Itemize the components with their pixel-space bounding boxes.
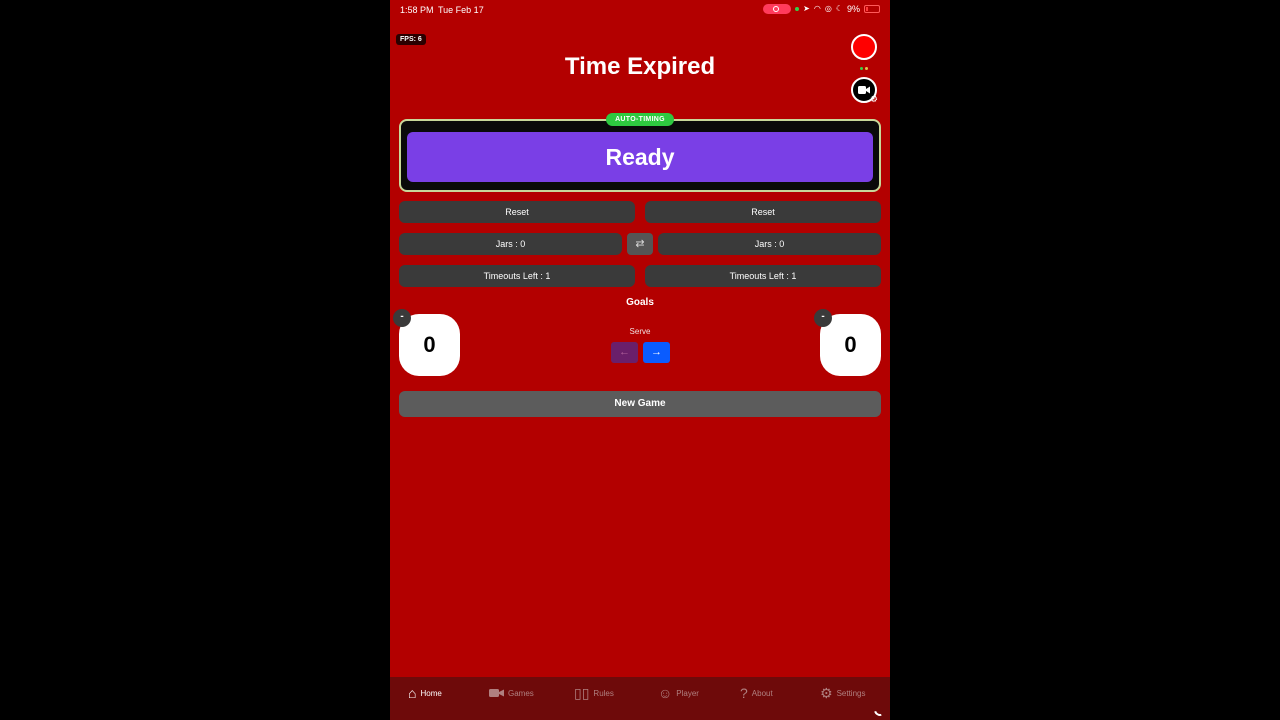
goals-label: Goals [626, 297, 654, 308]
tab-home[interactable]: ⌂ Home [408, 685, 442, 701]
fps-badge: FPS: 6 [396, 34, 426, 45]
serve-left-button[interactable]: ← [611, 342, 638, 363]
tab-player[interactable]: ☺ Player [658, 685, 699, 701]
question-icon: ? [740, 685, 748, 701]
gear-icon: ⚙ [820, 685, 833, 701]
right-jars-button[interactable]: Jars : 0 [658, 233, 881, 255]
left-reset-button[interactable]: Reset [399, 201, 635, 223]
tab-rules[interactable]: ▯▯ Rules [574, 685, 614, 701]
tab-rules-label: Rules [593, 688, 614, 698]
left-jars-button[interactable]: Jars : 0 [399, 233, 622, 255]
status-date: Tue Feb 17 [438, 5, 484, 15]
tab-games-label: Games [508, 688, 534, 698]
location-icon: ➤ [803, 4, 810, 13]
book-icon: ▯▯ [574, 685, 590, 701]
video-camera-icon [858, 86, 870, 94]
screen-record-icon [763, 4, 792, 14]
gear-icon: ⚙ [869, 94, 878, 104]
new-game-button[interactable]: New Game [399, 391, 881, 417]
app-screen: 1:58 PM Tue Feb 17 ➤ ◠ ◎ ☾ 9% FPS: 6 Tim… [390, 0, 890, 720]
left-score-minus-button[interactable]: - [393, 309, 411, 327]
status-time: 1:58 PM [400, 5, 434, 15]
camera-settings-button[interactable]: ⚙ [851, 77, 878, 104]
moon-icon: ☾ [835, 4, 843, 13]
swap-sides-button[interactable]: ⇄ [627, 233, 653, 255]
tab-settings-label: Settings [836, 688, 866, 698]
serve-label: Serve [629, 327, 651, 336]
home-icon: ⌂ [408, 685, 417, 701]
auto-timing-badge: AUTO-TIMING [606, 113, 674, 126]
tab-about[interactable]: ? About [740, 685, 773, 701]
left-timeouts-button[interactable]: Timeouts Left : 1 [399, 265, 635, 287]
right-score-minus-button[interactable]: - [814, 309, 832, 327]
video-icon [489, 689, 504, 697]
tab-settings[interactable]: ⚙ Settings [820, 685, 865, 701]
right-reset-button[interactable]: Reset [645, 201, 881, 223]
battery-percent: 9% [846, 4, 860, 14]
tab-about-label: About [751, 688, 773, 698]
wifi-icon: ◠ [813, 4, 821, 13]
right-timeouts-button[interactable]: Timeouts Left : 1 [645, 265, 881, 287]
page-title: Time Expired [564, 53, 716, 80]
timer-ready-button[interactable]: Ready [407, 132, 873, 182]
lock-rotation-icon: ◎ [824, 4, 832, 13]
record-button[interactable] [851, 34, 877, 60]
status-dots [860, 67, 868, 70]
tab-games[interactable]: Games [489, 685, 534, 701]
tab-bar: ⌂ Home Games ▯▯ Rules ☺ Player ? About ⚙… [390, 677, 890, 720]
status-icons: ➤ ◠ ◎ ☾ 9% [763, 4, 880, 14]
camera-indicator-icon [795, 7, 800, 11]
battery-icon [864, 5, 880, 13]
serve-right-button[interactable]: → [643, 342, 670, 363]
person-icon: ☺ [658, 685, 673, 701]
tab-home-label: Home [420, 688, 442, 698]
tab-player-label: Player [676, 688, 699, 698]
status-bar: 1:58 PM Tue Feb 17 ➤ ◠ ◎ ☾ 9% [390, 0, 890, 20]
